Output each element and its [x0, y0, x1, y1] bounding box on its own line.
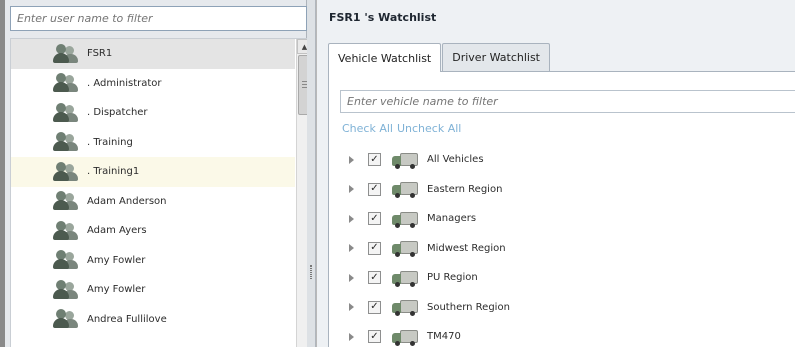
vehicle-group-row: ✓ All Vehicles — [329, 145, 795, 175]
checkmark-icon: ✓ — [370, 153, 379, 165]
group-checkbox[interactable]: ✓ — [368, 153, 381, 167]
users-group-icon — [53, 43, 79, 64]
checkmark-icon: ✓ — [370, 301, 379, 313]
watchlist-panel: FSR1 's Watchlist Vehicle Watchlist Driv… — [317, 0, 795, 347]
triangle-right-icon[interactable] — [349, 244, 354, 253]
triangle-right-icon[interactable] — [349, 273, 354, 282]
vehicle-group-label: PU Region — [427, 272, 478, 284]
user-list-item[interactable]: Adam Anderson — [11, 187, 295, 217]
user-name-label: . Training1 — [87, 166, 140, 178]
user-list-item[interactable]: . Training — [11, 128, 295, 158]
user-list-item[interactable]: . Training1 — [11, 157, 295, 187]
vehicle-watchlist-content: Check All Uncheck All ✓ All Vehicles ✓ Easte… — [328, 71, 795, 347]
users-group-icon — [53, 102, 79, 123]
vehicle-group-label: Managers — [427, 213, 477, 225]
vehicle-truck-icon — [392, 152, 420, 169]
vehicle-group-label: All Vehicles — [427, 154, 484, 166]
vehicle-truck-icon — [392, 270, 420, 287]
users-group-icon — [53, 250, 79, 270]
vehicle-group-label: Southern Region — [427, 301, 510, 313]
tab-vehicle-watchlist[interactable]: Vehicle Watchlist — [328, 43, 442, 72]
vehicle-group-row: ✓ TM470 — [329, 322, 795, 347]
group-checkbox[interactable]: ✓ — [368, 330, 381, 344]
user-name-label: Adam Ayers — [87, 225, 147, 237]
user-list-item[interactable]: . Dispatcher — [11, 98, 295, 128]
watchlist-tabs: Vehicle Watchlist Driver Watchlist — [328, 43, 551, 72]
users-group-icon — [53, 309, 79, 329]
users-group-icon — [53, 73, 79, 93]
vehicle-group-row: ✓ Eastern Region — [329, 175, 795, 205]
vehicle-truck-icon — [392, 240, 420, 258]
group-checkbox[interactable]: ✓ — [368, 300, 381, 314]
tab-driver-watchlist[interactable]: Driver Watchlist — [442, 43, 550, 71]
user-panel: FSR1 . Administrator . Dispatcher . Trainin… — [5, 0, 312, 347]
group-checkbox[interactable]: ✓ — [368, 271, 381, 285]
vehicle-filter-input[interactable] — [340, 90, 795, 113]
panel-splitter[interactable] — [307, 0, 316, 347]
user-list-item[interactable]: Andrea Fullilove — [11, 305, 295, 335]
group-checkbox[interactable]: ✓ — [368, 241, 381, 255]
triangle-right-icon[interactable] — [349, 303, 354, 312]
vehicle-group-tree: ✓ All Vehicles ✓ Eastern Region ✓ Managers ✓ Mi… — [329, 145, 795, 347]
check-links: Check All Uncheck All — [342, 122, 465, 135]
vehicle-truck-icon — [392, 299, 420, 317]
users-group-icon — [53, 220, 79, 241]
users-group-icon — [53, 279, 79, 300]
user-list-item[interactable]: FSR1 — [11, 39, 295, 69]
user-name-label: . Dispatcher — [87, 107, 148, 119]
user-name-label: . Training — [87, 136, 133, 148]
user-name-label: FSR1 — [87, 48, 113, 60]
group-checkbox[interactable]: ✓ — [368, 212, 381, 226]
triangle-right-icon[interactable] — [349, 332, 354, 341]
user-list-item[interactable]: Amy Fowler — [11, 246, 295, 276]
user-name-label: Adam Anderson — [87, 195, 167, 207]
users-group-icon — [53, 161, 79, 182]
triangle-right-icon[interactable] — [349, 155, 354, 164]
vehicle-group-row: ✓ PU Region — [329, 263, 795, 293]
user-list-item[interactable]: Amy Fowler — [11, 275, 295, 305]
user-name-label: Amy Fowler — [87, 284, 146, 296]
vehicle-truck-icon — [392, 181, 420, 199]
user-name-label: Andrea Fullilove — [87, 313, 167, 325]
vehicle-group-label: Eastern Region — [427, 183, 503, 195]
checkmark-icon: ✓ — [370, 242, 379, 254]
vehicle-group-row: ✓ Southern Region — [329, 293, 795, 323]
user-filter-input[interactable] — [10, 6, 307, 31]
vehicle-truck-icon — [392, 211, 420, 228]
user-list-item[interactable]: . Administrator — [11, 69, 295, 99]
checkmark-icon: ✓ — [370, 183, 379, 195]
triangle-right-icon[interactable] — [349, 185, 354, 194]
watchlist-title: FSR1 's Watchlist — [329, 11, 437, 24]
vehicle-group-label: TM470 — [427, 331, 461, 343]
vehicle-group-label: Midwest Region — [427, 242, 506, 254]
users-group-icon — [53, 191, 79, 211]
vehicle-truck-icon — [392, 329, 420, 346]
uncheck-all-link[interactable]: Uncheck All — [397, 122, 461, 135]
triangle-right-icon[interactable] — [349, 214, 354, 223]
checkmark-icon: ✓ — [370, 212, 379, 224]
check-all-link[interactable]: Check All — [342, 122, 393, 135]
checkmark-icon: ✓ — [370, 271, 379, 283]
user-list[interactable]: FSR1 . Administrator . Dispatcher . Trainin… — [11, 39, 295, 347]
user-name-label: . Administrator — [87, 77, 162, 89]
group-checkbox[interactable]: ✓ — [368, 182, 381, 196]
splitter-grip-icon — [310, 265, 312, 279]
user-name-label: Amy Fowler — [87, 254, 146, 266]
vehicle-group-row: ✓ Managers — [329, 204, 795, 234]
checkmark-icon: ✓ — [370, 330, 379, 342]
vehicle-group-row: ✓ Midwest Region — [329, 234, 795, 264]
user-list-container: FSR1 . Administrator . Dispatcher . Trainin… — [10, 38, 312, 347]
user-list-item[interactable]: Adam Ayers — [11, 216, 295, 246]
users-group-icon — [53, 132, 79, 152]
